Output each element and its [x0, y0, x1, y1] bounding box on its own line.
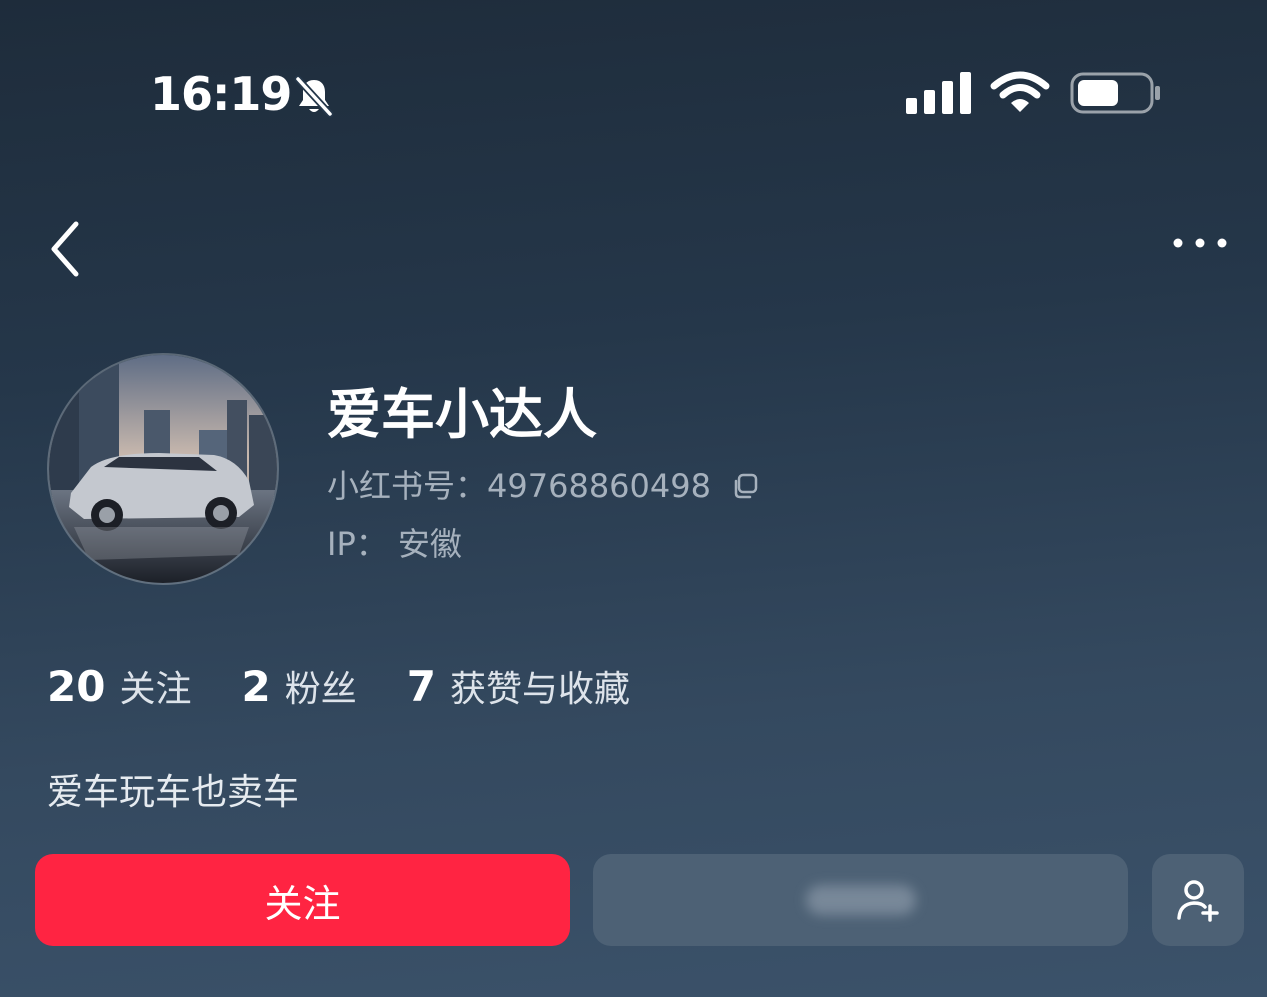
- stat-value: 2: [241, 662, 271, 711]
- ip-label: IP：: [327, 525, 388, 563]
- bio: 爱车玩车也卖车: [47, 772, 300, 813]
- car-photo-icon: [49, 355, 277, 583]
- blurred-label: [805, 885, 916, 915]
- user-id-value: 49768860498: [487, 467, 711, 505]
- bell-slash-icon: [294, 75, 334, 118]
- stats-row: 20 关注 2 粉丝 7 获赞与收藏: [47, 660, 680, 712]
- stat-label: 关注: [119, 669, 192, 710]
- stat-label: 获赞与收藏: [449, 669, 630, 710]
- copy-icon[interactable]: [731, 472, 759, 500]
- ip-location: IP： 安徽: [327, 524, 462, 564]
- avatar[interactable]: [47, 353, 279, 585]
- stat-value: 7: [406, 662, 436, 711]
- ip-value: 安徽: [397, 525, 462, 563]
- message-button[interactable]: [593, 854, 1128, 946]
- stat-followers[interactable]: 2 粉丝: [241, 660, 356, 712]
- stat-following[interactable]: 20 关注: [47, 660, 191, 712]
- back-button[interactable]: [40, 214, 96, 284]
- battery-icon: [1070, 72, 1160, 114]
- more-options-button[interactable]: [1164, 226, 1236, 260]
- add-user-icon: [1177, 880, 1219, 922]
- add-friend-button[interactable]: [1152, 854, 1244, 946]
- stat-likes-collects[interactable]: 7 获赞与收藏: [407, 660, 630, 712]
- stat-value: 20: [47, 662, 106, 711]
- stat-label: 粉丝: [284, 669, 357, 710]
- status-time: 16:19: [150, 67, 292, 121]
- user-id-row: 小红书号： 49768860498: [327, 466, 759, 506]
- follow-button[interactable]: 关注: [35, 854, 570, 946]
- cellular-signal-icon: [906, 72, 971, 114]
- username: 爱车小达人: [327, 383, 597, 446]
- user-id-label: 小红书号：: [327, 467, 488, 505]
- wifi-icon: [990, 71, 1050, 112]
